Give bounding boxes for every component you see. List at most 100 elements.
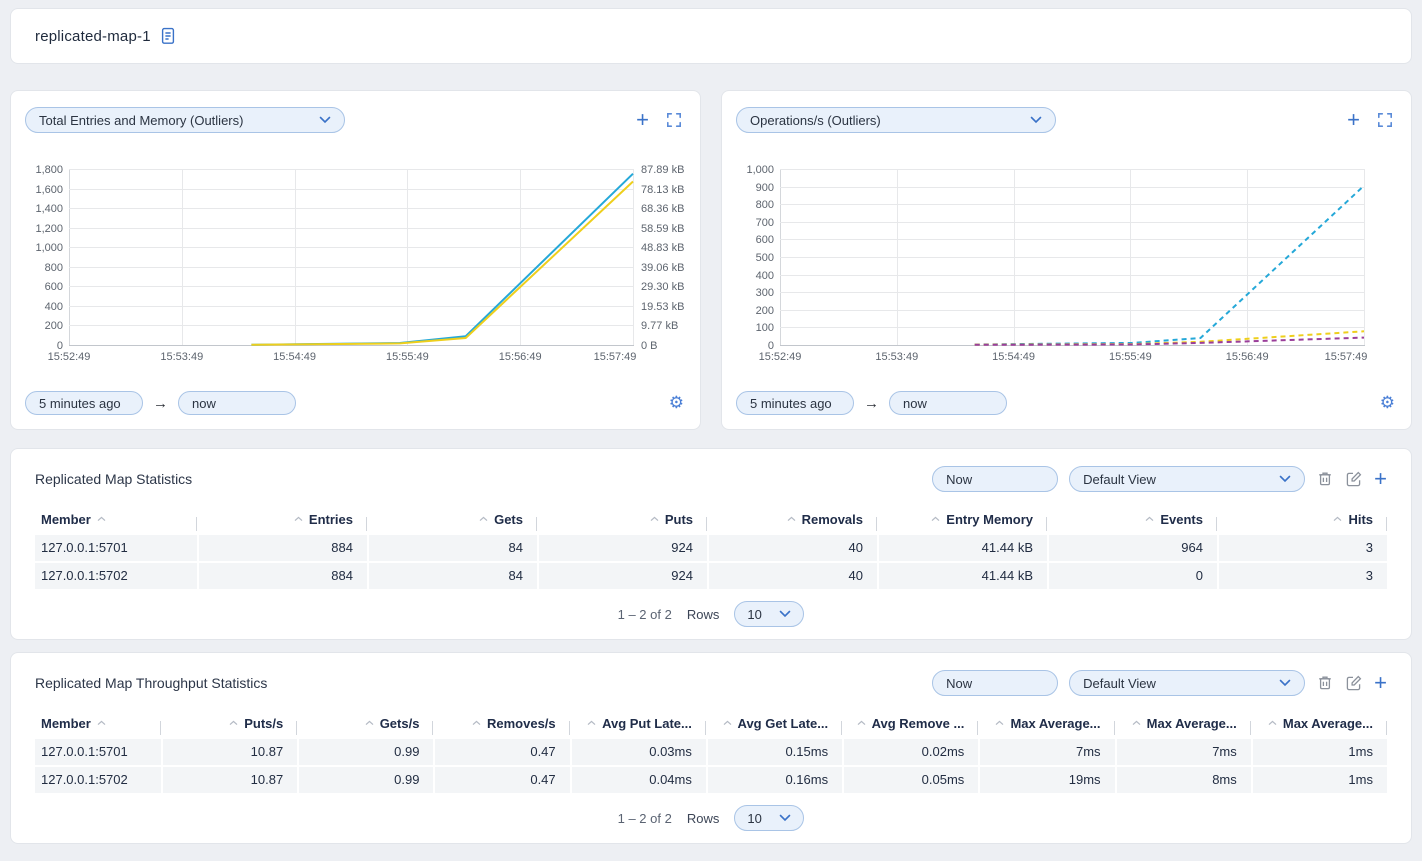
time-input[interactable]: Now [932, 670, 1058, 696]
add-chart-icon[interactable]: + [1347, 111, 1360, 129]
delete-view-icon[interactable] [1316, 674, 1334, 692]
chart-plot[interactable] [780, 169, 1365, 346]
fullscreen-icon[interactable] [666, 112, 682, 128]
pagination-range: 1 – 2 of 2 [618, 607, 672, 622]
metric-selector-label: Operations/s (Outliers) [750, 113, 881, 128]
table-cell: 41.44 kB [877, 535, 1047, 561]
view-selector[interactable]: Default View [1069, 466, 1305, 492]
metric-selector[interactable]: Total Entries and Memory (Outliers) [25, 107, 345, 133]
time-from-input[interactable]: 5 minutes ago [736, 391, 854, 415]
y-tick-label: 1,000 [35, 242, 63, 254]
y-tick-label: 1,400 [35, 203, 63, 215]
x-tick-label: 15:56:49 [499, 351, 542, 363]
table-cell: 7ms [978, 739, 1114, 765]
column-header[interactable]: Member [35, 512, 197, 527]
chart-plot[interactable] [69, 169, 634, 346]
column-header-label: Entry Memory [946, 512, 1033, 527]
table-cell: 40 [707, 535, 877, 561]
x-tick-label: 15:57:49 [1325, 351, 1368, 363]
total-entries-line [251, 174, 633, 345]
table-header-row: MemberPuts/sGets/sRemoves/sAvg Put Late.… [35, 711, 1387, 735]
y-tick-label: 78.13 kB [641, 184, 684, 196]
column-header[interactable]: Gets/s [297, 716, 433, 731]
column-header[interactable]: Max Average... [978, 716, 1114, 731]
edit-view-icon[interactable] [1345, 674, 1363, 692]
sort-caret-icon [479, 516, 488, 522]
charts-row: Total Entries and Memory (Outliers) + 1,… [10, 90, 1412, 430]
y-axis-left: 1,8001,6001,4001,2001,0008006004002000 [25, 169, 69, 346]
table-row[interactable]: 127.0.0.1:5702884849244041.44 kB03 [35, 563, 1387, 589]
edit-view-icon[interactable] [1345, 470, 1363, 488]
settings-gear-icon[interactable]: ⚙ [669, 393, 684, 413]
x-tick-label: 15:57:49 [594, 351, 637, 363]
chevron-down-icon [779, 814, 791, 822]
column-header[interactable]: Avg Remove ... [842, 716, 978, 731]
time-from-input[interactable]: 5 minutes ago [25, 391, 143, 415]
column-header-label: Max Average... [1147, 716, 1237, 731]
metric-selector[interactable]: Operations/s (Outliers) [736, 107, 1056, 133]
column-header-label: Max Average... [1010, 716, 1100, 731]
column-header[interactable]: Max Average... [1115, 716, 1251, 731]
x-tick-label: 15:53:49 [160, 351, 203, 363]
page-size-selector[interactable]: 10 [734, 601, 804, 627]
document-icon[interactable] [160, 27, 176, 45]
page-size-value: 10 [747, 607, 761, 622]
column-header[interactable]: Entry Memory [877, 512, 1047, 527]
sort-caret-icon [472, 720, 481, 726]
column-header[interactable]: Removals [707, 512, 877, 527]
column-header[interactable]: Puts/s [161, 716, 297, 731]
column-header[interactable]: Gets [367, 512, 537, 527]
y-tick-label: 100 [756, 322, 774, 334]
y-tick-label: 800 [45, 262, 63, 274]
y-tick-label: 1,000 [746, 164, 774, 176]
time-to-input[interactable]: now [889, 391, 1007, 415]
column-header[interactable]: Removes/s [433, 716, 569, 731]
table-cell: 84 [367, 535, 537, 561]
table-body: 127.0.0.1:5701884849244041.44 kB9643127.… [35, 535, 1387, 589]
removes-per-sec-line [975, 338, 1364, 345]
table-cell: 0.05ms [842, 767, 978, 793]
table-cell: 0.02ms [842, 739, 978, 765]
memory-line [251, 182, 633, 345]
column-header-label: Events [1160, 512, 1203, 527]
settings-gear-icon[interactable]: ⚙ [1380, 393, 1395, 413]
time-to-input[interactable]: now [178, 391, 296, 415]
fullscreen-icon[interactable] [1377, 112, 1393, 128]
table-cell: 0.99 [297, 767, 433, 793]
rows-label: Rows [687, 811, 720, 826]
table-cell: 127.0.0.1:5701 [35, 535, 197, 561]
column-header[interactable]: Avg Put Late... [570, 716, 706, 731]
y-axis-left: 1,0009008007006005004003002001000 [736, 169, 780, 346]
page-size-selector[interactable]: 10 [734, 805, 804, 831]
table-row[interactable]: 127.0.0.1:5701884849244041.44 kB9643 [35, 535, 1387, 561]
table-row[interactable]: 127.0.0.1:570110.870.990.470.03ms0.15ms0… [35, 739, 1387, 765]
table-cell: 7ms [1115, 739, 1251, 765]
y-tick-label: 300 [756, 287, 774, 299]
chevron-down-icon [1279, 475, 1291, 483]
column-header[interactable]: Puts [537, 512, 707, 527]
add-column-icon[interactable]: + [1374, 470, 1387, 488]
y-tick-label: 200 [756, 305, 774, 317]
table-cell: 964 [1047, 535, 1217, 561]
add-chart-icon[interactable]: + [636, 111, 649, 129]
table-cell: 0.47 [433, 767, 569, 793]
y-tick-label: 9.77 kB [641, 320, 678, 332]
y-tick-label: 68.36 kB [641, 203, 684, 215]
y-tick-label: 29.30 kB [641, 281, 684, 293]
column-header[interactable]: Events [1047, 512, 1217, 527]
column-header[interactable]: Hits [1217, 512, 1387, 527]
table-cell: 0.99 [297, 739, 433, 765]
view-selector[interactable]: Default View [1069, 670, 1305, 696]
column-header-label: Gets [494, 512, 523, 527]
y-tick-label: 900 [756, 182, 774, 194]
column-header[interactable]: Entries [197, 512, 367, 527]
time-input[interactable]: Now [932, 466, 1058, 492]
column-header-label: Removals [802, 512, 863, 527]
add-column-icon[interactable]: + [1374, 674, 1387, 692]
table-row[interactable]: 127.0.0.1:570210.870.990.470.04ms0.16ms0… [35, 767, 1387, 793]
column-header[interactable]: Member [35, 716, 161, 731]
column-header[interactable]: Avg Get Late... [706, 716, 842, 731]
column-header[interactable]: Max Average... [1251, 716, 1387, 731]
delete-view-icon[interactable] [1316, 470, 1334, 488]
chart-card-entries-memory: Total Entries and Memory (Outliers) + 1,… [10, 90, 701, 430]
